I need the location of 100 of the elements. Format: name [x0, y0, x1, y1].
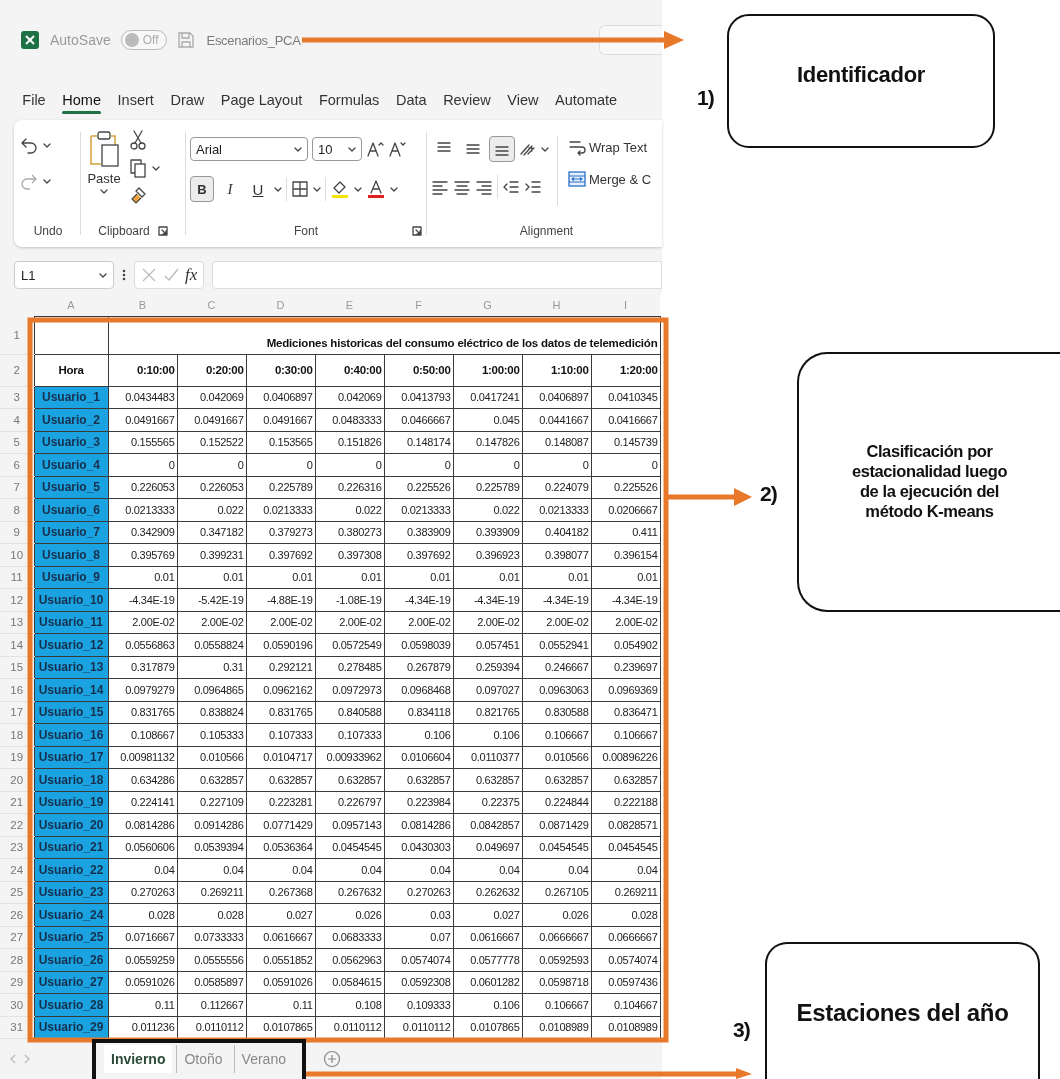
table-cell: 0.054902 [591, 633, 660, 656]
align-center-icon[interactable] [453, 178, 471, 196]
align-right-icon[interactable] [475, 178, 493, 196]
user-cell: Usuario_29 [34, 1016, 108, 1039]
ribbon-tab[interactable]: Formulas [310, 88, 388, 114]
table-cell: 0.0574074 [591, 948, 660, 971]
table-cell: 0 [591, 453, 660, 476]
sheet-tab[interactable]: Invierno [104, 1045, 173, 1073]
table-cell: 0.0842857 [453, 813, 522, 836]
spreadsheet-app-icon[interactable] [20, 30, 40, 50]
table-cell: 0.840588 [315, 701, 384, 724]
add-sheet-icon[interactable] [323, 1050, 341, 1068]
table-cell: 0.152522 [177, 431, 246, 454]
ribbon-tab[interactable]: Automate [546, 88, 626, 114]
table-cell: 0.147826 [453, 431, 522, 454]
scissors-icon[interactable] [129, 130, 147, 150]
caret-icon [99, 272, 107, 278]
dialog-launcher-icon[interactable] [157, 226, 168, 236]
sheet-tab[interactable]: Verano [233, 1045, 293, 1073]
merge-center-button[interactable]: Merge & C [566, 168, 654, 190]
table-cell: 0.04 [453, 858, 522, 881]
column-header[interactable]: B [108, 294, 177, 316]
more-options-icon[interactable] [122, 268, 126, 282]
table-cell: 2.00E-02 [591, 611, 660, 634]
name-box[interactable]: L1 [14, 261, 114, 289]
header-cell: 1:20:00 [591, 354, 660, 386]
table-cell: 0.267105 [522, 881, 591, 904]
wrap-text-icon[interactable] [568, 138, 586, 156]
table-cell: 0.836471 [591, 701, 660, 724]
table-cell: 0.108667 [108, 723, 177, 746]
ribbon-tab[interactable]: Insert [109, 88, 163, 114]
ribbon-tab[interactable]: Home [53, 88, 110, 114]
caret-icon [100, 189, 108, 194]
table-cell: 0.01 [108, 566, 177, 589]
paste-button[interactable]: Paste [85, 130, 123, 221]
table-cell: 0.224844 [522, 791, 591, 814]
column-header[interactable]: A [34, 294, 108, 316]
table-cell: 0.022 [177, 498, 246, 521]
table-cell: 0.0871429 [522, 813, 591, 836]
ribbon-tab[interactable]: Data [387, 88, 435, 114]
table-cell: 0.0454545 [315, 836, 384, 859]
column-header[interactable]: D [246, 294, 315, 316]
table-cell: 0.022 [315, 498, 384, 521]
wrap-text-button[interactable]: Wrap Text [566, 136, 654, 158]
table-cell: 0.01 [246, 566, 315, 589]
table-cell: 0.01 [177, 566, 246, 589]
format-painter-icon[interactable] [129, 186, 147, 206]
font-name-field[interactable]: Arial [190, 137, 308, 161]
decrease-font-size-icon[interactable] [388, 140, 406, 158]
fill-color-icon[interactable] [330, 179, 350, 199]
copy-icon[interactable] [129, 158, 147, 178]
callout-box: Identificador [727, 14, 995, 148]
decrease-indent-icon[interactable] [502, 178, 520, 196]
table-cell: 0.379273 [246, 521, 315, 544]
align-left-icon[interactable] [431, 178, 449, 196]
column-header[interactable]: I [591, 294, 660, 316]
autosave-toggle[interactable]: Off [120, 30, 167, 50]
column-header[interactable]: C [177, 294, 246, 316]
header-cell: 0:20:00 [177, 354, 246, 386]
dialog-launcher-icon[interactable] [412, 226, 422, 236]
table-cell: 0.07 [384, 926, 453, 949]
table-cell: 0.222188 [591, 791, 660, 814]
table-cell: 0.831765 [108, 701, 177, 724]
table-cell: 0.398077 [522, 543, 591, 566]
table-cell: 0.022 [453, 498, 522, 521]
table-cell: 0.0552941 [522, 633, 591, 656]
column-header[interactable]: G [453, 294, 522, 316]
table-cell: 0.026 [315, 903, 384, 926]
column-header[interactable]: E [315, 294, 384, 316]
sheet-tab[interactable]: Otoño [176, 1045, 230, 1073]
clipboard-icon[interactable] [87, 130, 121, 168]
column-header[interactable]: H [522, 294, 591, 316]
increase-font-size-icon[interactable] [366, 140, 384, 158]
formula-input[interactable] [212, 261, 662, 289]
table-cell: 0.01 [522, 566, 591, 589]
undo-icon[interactable] [20, 136, 38, 154]
check-icon[interactable] [163, 267, 179, 283]
user-cell: Usuario_22 [34, 858, 108, 881]
table-cell: 0.026 [522, 903, 591, 926]
vertical-align-button[interactable] [489, 136, 515, 162]
table-cell: -5.42E-19 [177, 588, 246, 611]
italic-button[interactable]: I [218, 176, 242, 202]
ribbon-tab[interactable]: Page Layout [212, 88, 311, 114]
ribbon-tab[interactable]: File [14, 88, 54, 114]
ribbon-tab[interactable]: Draw [162, 88, 213, 114]
merge-cells-icon[interactable] [568, 170, 586, 188]
borders-icon[interactable] [291, 180, 309, 198]
font-color-icon[interactable] [366, 179, 386, 199]
table-cell: 0.259394 [453, 656, 522, 679]
font-size-field[interactable]: 10 [312, 137, 362, 161]
bold-button[interactable]: B [190, 176, 214, 202]
underline-button[interactable]: U [246, 176, 270, 202]
insert-function-button[interactable]: fx [185, 265, 198, 285]
table-cell: 0.632857 [384, 768, 453, 791]
table-cell: 0.106 [384, 723, 453, 746]
increase-indent-icon[interactable] [524, 178, 542, 196]
table-cell: 0.0733333 [177, 926, 246, 949]
column-header[interactable]: F [384, 294, 453, 316]
ribbon-tab[interactable]: Review [434, 88, 499, 114]
ribbon-tab[interactable]: View [499, 88, 547, 114]
